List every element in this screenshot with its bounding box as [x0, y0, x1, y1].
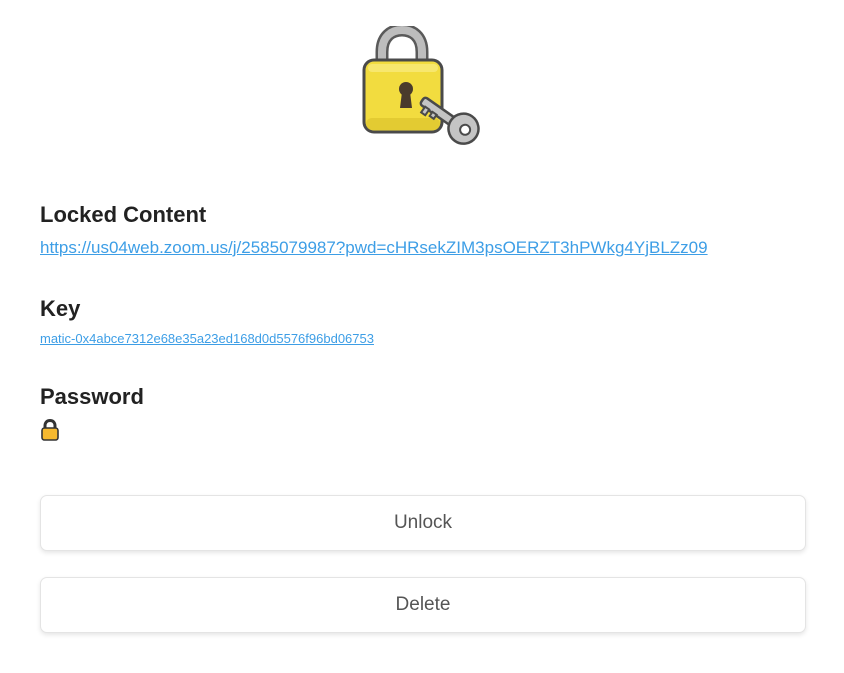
key-link[interactable]: matic-0x4abce7312e68e35a23ed168d0d5576f9…	[40, 331, 374, 347]
locked-content-section: Locked Content https://us04web.zoom.us/j…	[40, 202, 708, 258]
locked-content-link[interactable]: https://us04web.zoom.us/j/2585079987?pwd…	[40, 238, 708, 258]
key-heading: Key	[40, 296, 81, 321]
key-section: Key matic-0x4abce7312e68e35a23ed168d0d55…	[40, 296, 374, 348]
locked-content-page: Locked Content https://us04web.zoom.us/j…	[0, 0, 844, 673]
unlock-button[interactable]: Unlock	[40, 495, 806, 551]
padlock-with-key-icon	[360, 23, 490, 152]
password-heading: Password	[40, 384, 144, 409]
delete-button[interactable]: Delete	[40, 577, 806, 633]
lock-emoji-icon	[40, 418, 60, 441]
password-section: Password	[40, 384, 144, 446]
locked-content-heading: Locked Content	[40, 202, 207, 227]
